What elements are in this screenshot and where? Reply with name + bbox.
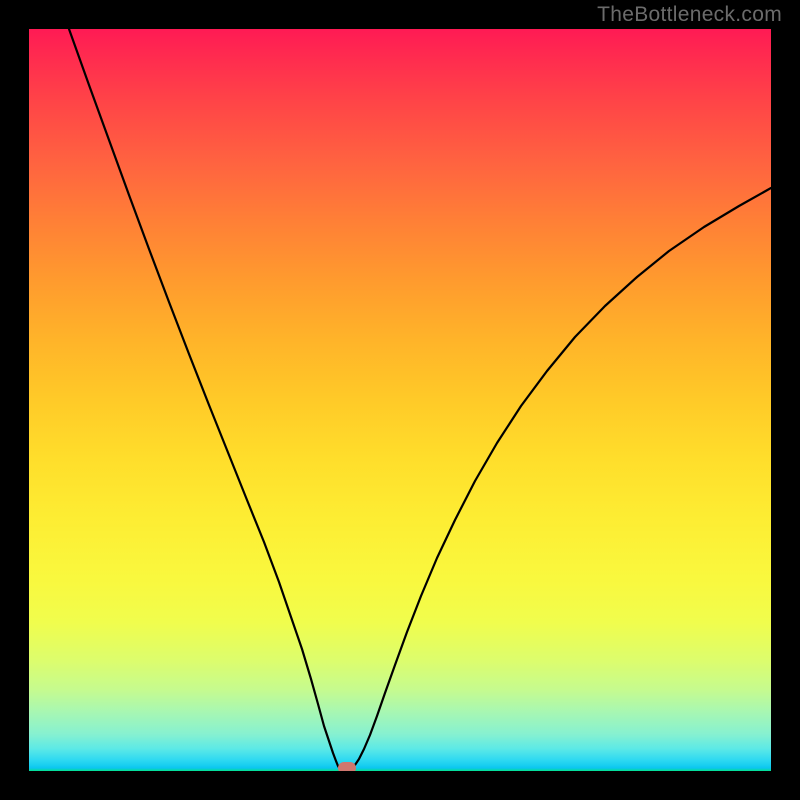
optimal-point-marker [338, 762, 356, 771]
curve-line [29, 29, 771, 771]
watermark-text: TheBottleneck.com [597, 3, 782, 27]
chart-area [29, 29, 771, 771]
